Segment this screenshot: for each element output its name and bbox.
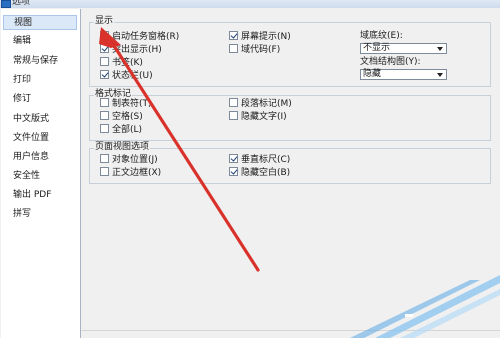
text-boundaries-checkbox[interactable]: [100, 167, 109, 176]
app-icon: [1, 0, 11, 8]
space-marks-checkbox[interactable]: [100, 111, 109, 120]
chevron-down-icon: [437, 73, 443, 77]
object-anchors-checkbox[interactable]: [100, 154, 109, 163]
tab-marks-checkbox[interactable]: [100, 98, 109, 107]
highlight-label: 突出显示(H): [112, 45, 162, 55]
display-group-title: 显示: [94, 16, 115, 26]
options-sidebar: 视图 编辑 常规与保存 打印 修订 中文版式 文件位置 用户信息 安全性 输出 …: [1, 9, 81, 338]
sidebar-item-view[interactable]: 视图: [3, 15, 77, 30]
hidden-text-checkbox[interactable]: [229, 111, 238, 120]
highlight-checkbox[interactable]: [100, 44, 109, 53]
field-codes-option[interactable]: 域代码(F): [229, 44, 280, 56]
sidebar-item-general-save[interactable]: 常规与保存: [3, 54, 77, 69]
sidebar-item-security[interactable]: 安全性: [3, 169, 77, 184]
hide-whitespace-label: 隐藏空白(B): [241, 168, 291, 178]
hide-whitespace-option[interactable]: 隐藏空白(B): [229, 167, 290, 179]
hide-whitespace-checkbox[interactable]: [229, 167, 238, 176]
status-bar-checkbox[interactable]: [100, 70, 109, 79]
text-boundaries-option[interactable]: 正文边框(X): [100, 167, 161, 179]
status-bar-label: 状态栏(U): [112, 71, 153, 81]
vertical-ruler-checkbox[interactable]: [229, 154, 238, 163]
object-anchors-option[interactable]: 对象位置(J): [100, 154, 158, 166]
tab-marks-option[interactable]: 制表符(T): [100, 98, 152, 110]
field-shading-select[interactable]: 不显示: [360, 43, 447, 54]
all-marks-checkbox[interactable]: [100, 124, 109, 133]
paragraph-marks-checkbox[interactable]: [229, 98, 238, 107]
startup-task-pane-checkbox[interactable]: [100, 31, 109, 40]
sidebar-item-export-pdf[interactable]: 输出 PDF: [3, 188, 77, 203]
startup-task-pane-label: 启动任务窗格(R): [112, 32, 180, 42]
doc-map-value: 隐藏: [363, 69, 382, 79]
space-marks-option[interactable]: 空格(S): [100, 111, 143, 123]
status-bar-option[interactable]: 状态栏(U): [100, 70, 153, 82]
field-shading-value: 不显示: [363, 43, 391, 53]
sidebar-item-user-info[interactable]: 用户信息: [3, 150, 77, 165]
sidebar-item-chinese-layout[interactable]: 中文版式: [3, 112, 77, 127]
field-shading-label: 域底纹(E):: [360, 31, 403, 41]
watermark-stripes: [350, 275, 500, 338]
all-marks-option[interactable]: 全部(L): [100, 124, 142, 136]
screen-tips-checkbox[interactable]: [229, 31, 238, 40]
sidebar-item-file-location[interactable]: 文件位置: [3, 131, 77, 146]
tab-marks-label: 制表符(T): [112, 99, 152, 109]
all-marks-label: 全部(L): [112, 125, 143, 135]
page-view-group-title: 页面视图选项: [94, 142, 151, 152]
highlight-option[interactable]: 突出显示(H): [100, 44, 162, 56]
sidebar-item-spelling[interactable]: 拼写: [3, 207, 77, 222]
sidebar-item-revision[interactable]: 修订: [3, 92, 77, 107]
paragraph-marks-option[interactable]: 段落标记(M): [229, 98, 292, 110]
screen-tips-label: 屏幕提示(N): [241, 32, 291, 42]
vertical-ruler-option[interactable]: 垂直标尺(C): [229, 154, 290, 166]
field-codes-checkbox[interactable]: [229, 44, 238, 53]
text-boundaries-label: 正文边框(X): [112, 168, 162, 178]
doc-map-select[interactable]: 隐藏: [360, 69, 447, 80]
hidden-text-option[interactable]: 隐藏文字(I): [229, 111, 287, 123]
window-title: 选项: [12, 0, 31, 7]
bookmark-option[interactable]: 书签(K): [100, 57, 143, 69]
bookmark-checkbox[interactable]: [100, 57, 109, 66]
title-bar: 选项: [0, 0, 500, 8]
sidebar-item-print[interactable]: 打印: [3, 73, 77, 88]
field-codes-label: 域代码(F): [241, 45, 281, 55]
sidebar-item-edit[interactable]: 编辑: [3, 34, 77, 49]
vertical-ruler-label: 垂直标尺(C): [241, 155, 291, 165]
space-marks-label: 空格(S): [112, 112, 143, 122]
object-anchors-label: 对象位置(J): [112, 155, 158, 165]
chevron-down-icon: [437, 47, 443, 51]
doc-map-label: 文档结构图(Y):: [360, 57, 421, 67]
screen-tips-option[interactable]: 屏幕提示(N): [229, 31, 291, 43]
hidden-text-label: 隐藏文字(I): [241, 112, 287, 122]
paragraph-marks-label: 段落标记(M): [241, 99, 292, 109]
startup-task-pane-option[interactable]: 启动任务窗格(R): [100, 31, 179, 43]
bookmark-label: 书签(K): [112, 58, 143, 68]
